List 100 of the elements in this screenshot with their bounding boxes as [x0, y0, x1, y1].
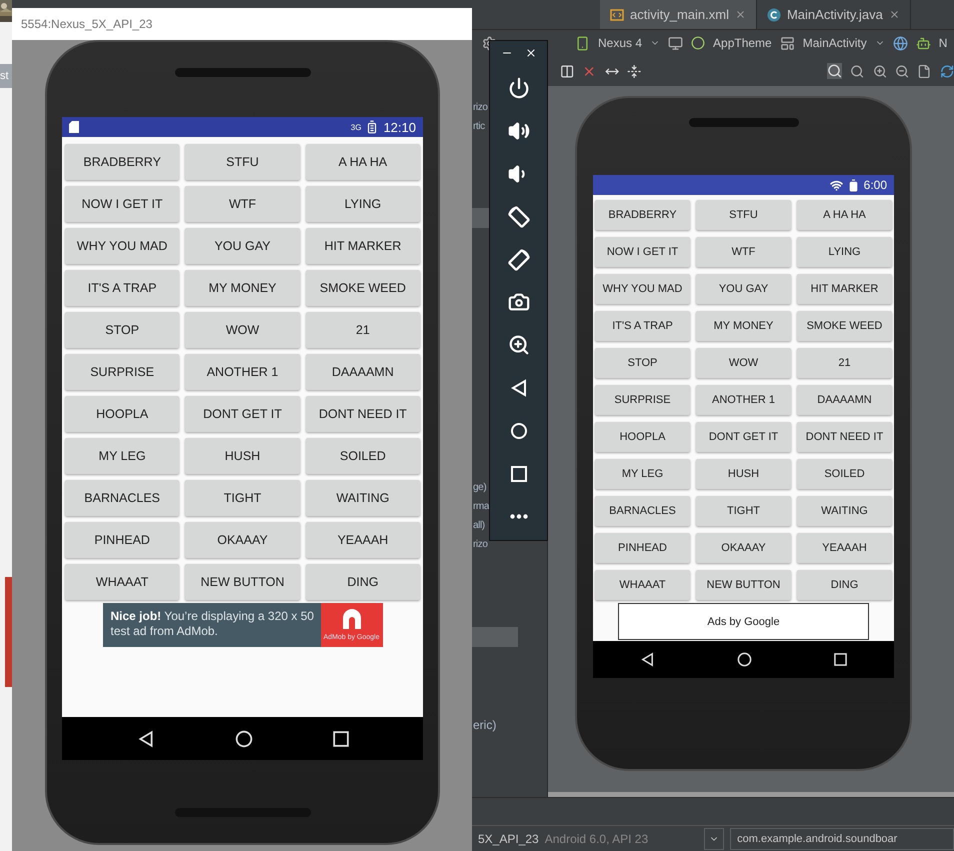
sound-button[interactable]: WHAAAT	[65, 564, 180, 600]
phone-icon	[575, 36, 590, 50]
sound-button[interactable]: BARNACLES	[595, 496, 690, 526]
sound-button[interactable]: IT'S A TRAP	[65, 270, 180, 306]
sound-button[interactable]: SMOKE WEED	[306, 270, 420, 306]
overview-icon[interactable]	[834, 653, 847, 666]
sound-button[interactable]: MY MONEY	[696, 311, 791, 341]
rotate-left-icon	[506, 204, 530, 229]
sound-button[interactable]: STOP	[65, 312, 180, 348]
close-icon	[888, 9, 900, 20]
sound-button[interactable]: DONT GET IT	[185, 396, 300, 432]
sound-button[interactable]: PINHEAD	[65, 522, 180, 558]
sound-button[interactable]: YEAAAH	[306, 522, 420, 558]
back-icon[interactable]	[640, 652, 655, 667]
sound-button[interactable]: STFU	[696, 200, 791, 230]
sound-button[interactable]: WHY YOU MAD	[65, 228, 180, 264]
sound-button[interactable]: ANOTHER 1	[696, 385, 791, 415]
sound-button[interactable]: BARNACLES	[65, 480, 180, 516]
sound-button[interactable]: WTF	[185, 186, 300, 222]
sound-button[interactable]: DAAAAMN	[797, 385, 892, 415]
sound-button[interactable]: MY LEG	[65, 438, 180, 474]
sound-button[interactable]: YOU GAY	[185, 228, 300, 264]
sound-button[interactable]: YOU GAY	[696, 274, 791, 304]
sound-button[interactable]: 21	[797, 348, 892, 378]
sound-button[interactable]: HIT MARKER	[797, 274, 892, 304]
sound-button[interactable]: WHAAAT	[595, 570, 690, 600]
wifi-icon	[830, 178, 843, 192]
sound-button[interactable]: BRADBERRY	[65, 144, 180, 180]
sound-button[interactable]: SURPRISE	[595, 385, 690, 415]
sound-button[interactable]: HUSH	[185, 438, 300, 474]
home-icon[interactable]	[737, 652, 752, 667]
settings-icon	[482, 36, 497, 50]
device-dropdown[interactable]: Nexus 4	[598, 36, 642, 50]
sound-button[interactable]: ANOTHER 1	[185, 354, 300, 390]
sound-button[interactable]: A HA HA	[797, 200, 892, 230]
sound-button[interactable]: WHY YOU MAD	[595, 274, 690, 304]
sound-button[interactable]: NOW I GET IT	[595, 237, 690, 267]
sound-button[interactable]: 21	[306, 312, 420, 348]
sound-button[interactable]: SMOKE WEED	[797, 311, 892, 341]
back-icon[interactable]	[136, 730, 154, 748]
battery-icon	[846, 178, 860, 192]
sound-button[interactable]: NEW BUTTON	[696, 570, 791, 600]
sound-button[interactable]: BRADBERRY	[595, 200, 690, 230]
api-dropdown[interactable]: N	[938, 36, 948, 50]
sound-button[interactable]: WOW	[696, 348, 791, 378]
sound-button[interactable]: HUSH	[696, 459, 791, 489]
sound-button[interactable]: TIGHT	[696, 496, 791, 526]
sound-button[interactable]: A HA HA	[306, 144, 420, 180]
home-icon[interactable]	[234, 730, 252, 748]
actual-size-icon	[850, 64, 865, 78]
sound-button[interactable]: IT'S A TRAP	[595, 311, 690, 341]
sound-button[interactable]: PINHEAD	[595, 533, 690, 563]
zoom-fit-icon	[827, 63, 842, 79]
ad-label: Ads by Google	[707, 616, 780, 628]
rotate-right-icon	[506, 248, 530, 272]
window-text-fragment: st	[0, 64, 12, 88]
zoom-icon	[508, 334, 530, 356]
sound-button[interactable]: STFU	[185, 144, 300, 180]
sound-button[interactable]: WTF	[696, 237, 791, 267]
sound-button[interactable]: STOP	[595, 348, 690, 378]
editor-tab[interactable]: activity_main.xml	[600, 0, 757, 29]
sound-button[interactable]: OKAAAY	[696, 533, 791, 563]
overview-icon[interactable]	[332, 730, 348, 746]
sound-button[interactable]: WAITING	[797, 496, 892, 526]
sound-button[interactable]: SOILED	[797, 459, 892, 489]
sound-button[interactable]: DONT NEED IT	[797, 422, 892, 452]
sound-button[interactable]: YEAAAH	[797, 533, 892, 563]
sound-button[interactable]: NEW BUTTON	[185, 564, 300, 600]
home-icon	[510, 422, 528, 440]
property-label-fragment: rizo	[472, 538, 488, 552]
sound-button[interactable]: LYING	[306, 186, 420, 222]
sound-button[interactable]: DONT NEED IT	[306, 396, 420, 432]
refresh-icon	[940, 64, 954, 78]
sound-button[interactable]: NOW I GET IT	[65, 186, 180, 222]
xml-file-icon	[610, 8, 624, 20]
sound-button[interactable]: OKAAAY	[185, 522, 300, 558]
sound-button[interactable]: HOOPLA	[595, 422, 690, 452]
sound-button[interactable]: SOILED	[306, 438, 420, 474]
status-time: 12:10	[383, 120, 416, 134]
sound-button[interactable]: DONT GET IT	[696, 422, 791, 452]
module-field[interactable]: com.example.android.soundboar	[730, 828, 954, 850]
theme-dropdown[interactable]: AppTheme	[713, 36, 772, 50]
sound-button[interactable]: HIT MARKER	[306, 228, 420, 264]
sound-button[interactable]: DING	[797, 570, 892, 600]
sound-button[interactable]: HOOPLA	[65, 396, 180, 432]
back-icon	[510, 379, 526, 398]
sound-button[interactable]: LYING	[797, 237, 892, 267]
overview-icon	[510, 466, 526, 482]
sound-button[interactable]: DAAAAMN	[306, 354, 420, 390]
sound-button[interactable]: MY MONEY	[185, 270, 300, 306]
sound-button[interactable]: SURPRISE	[65, 354, 180, 390]
status-time: 6:00	[864, 178, 887, 192]
activity-dropdown[interactable]: MainActivity	[802, 36, 867, 50]
sound-button[interactable]: MY LEG	[595, 459, 690, 489]
sound-button[interactable]: DING	[306, 564, 420, 600]
sound-button[interactable]: WOW	[185, 312, 300, 348]
sound-button[interactable]: TIGHT	[185, 480, 300, 516]
sound-button[interactable]: WAITING	[306, 480, 420, 516]
device-name: 5X_API_23	[478, 832, 539, 846]
property-label-fragment: ge)	[472, 481, 486, 495]
